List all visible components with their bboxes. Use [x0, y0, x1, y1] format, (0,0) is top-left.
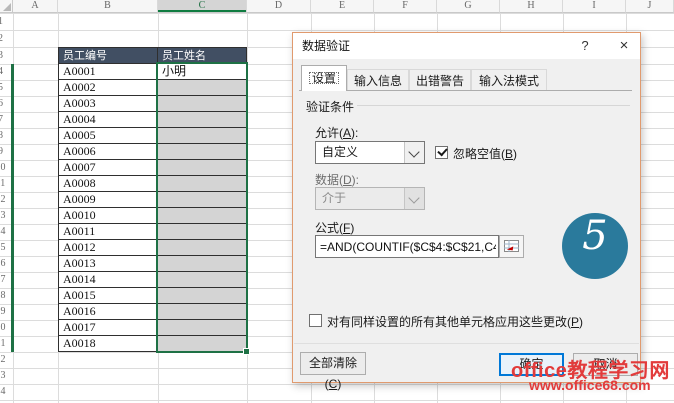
ignore-blank-label: 忽略空值(B) — [453, 147, 518, 161]
column-header-H[interactable]: H — [500, 0, 563, 13]
step-badge: 5 — [562, 213, 628, 279]
watermark-url: www.office68.com — [529, 377, 651, 393]
row-header-23[interactable]: 23 — [0, 368, 13, 384]
screenshot-root: ABCDEFGHIJ123456789101112131415161718192… — [0, 0, 674, 403]
allow-label: 允许(A): — [315, 126, 359, 140]
chevron-down-icon — [404, 188, 424, 209]
close-icon[interactable]: × — [614, 35, 634, 57]
column-header-I[interactable]: I — [563, 0, 626, 13]
row-header-24[interactable]: 24 — [0, 384, 13, 400]
allow-select[interactable]: 自定义 — [315, 141, 425, 164]
row-header-3[interactable]: 3 — [0, 47, 13, 64]
cell-id[interactable]: A0010 — [58, 208, 158, 224]
cell-id[interactable]: A0008 — [58, 176, 158, 192]
validation-criteria-group-label: 验证条件 — [306, 100, 355, 114]
cell-id[interactable]: A0004 — [58, 112, 158, 128]
cell-id[interactable]: A0011 — [58, 224, 158, 240]
data-select-disabled: 介于 — [315, 187, 425, 210]
cell-id[interactable]: A0013 — [58, 256, 158, 272]
dialog-title: 数据验证 — [302, 39, 351, 53]
select-all-corner[interactable] — [0, 0, 13, 13]
gridline — [0, 400, 674, 401]
cell-id[interactable]: A0017 — [58, 320, 158, 336]
selection-outline[interactable] — [156, 62, 248, 353]
row-header-22[interactable]: 22 — [0, 352, 13, 368]
tab-error-alert[interactable]: 出错警告 — [409, 69, 471, 91]
column-header-C[interactable]: C — [158, 0, 247, 13]
cell-id[interactable]: A0001 — [58, 64, 158, 80]
column-header-G[interactable]: G — [437, 0, 500, 13]
column-header-F[interactable]: F — [374, 0, 437, 13]
range-selector-button[interactable] — [499, 235, 524, 258]
select-all-triangle-icon — [3, 3, 11, 11]
selected-rows-accent — [11, 64, 14, 352]
data-select-value: 介于 — [322, 191, 347, 205]
allow-select-value: 自定义 — [322, 145, 359, 159]
clear-all-button[interactable]: 全部清除(C) — [300, 352, 366, 391]
cell-id[interactable]: A0002 — [58, 80, 158, 96]
cell-id[interactable]: A0016 — [58, 304, 158, 320]
footer-divider — [294, 343, 639, 344]
formula-input[interactable] — [315, 235, 499, 258]
gridline — [0, 30, 674, 31]
tab-settings-label: 设置 — [306, 69, 342, 87]
cell-id[interactable]: A0003 — [58, 96, 158, 112]
apply-all-label: 对有同样设置的所有其他单元格应用这些更改(P) — [327, 315, 584, 329]
cell-id[interactable]: A0009 — [58, 192, 158, 208]
row-header-1[interactable]: 1 — [0, 13, 13, 30]
help-icon[interactable]: ? — [575, 35, 595, 57]
gridline — [0, 13, 674, 14]
collapse-dialog-icon — [504, 240, 519, 252]
cell-id[interactable]: A0015 — [58, 288, 158, 304]
column-header-E[interactable]: E — [311, 0, 374, 13]
tab-ime-mode[interactable]: 输入法模式 — [471, 69, 547, 91]
table-header-cell: 员工编号 — [58, 47, 158, 64]
group-divider — [357, 105, 630, 106]
data-validation-dialog: 数据验证 ? × 设置 输入信息 出错警告 输入法模式 验证条件 允许(A): … — [292, 32, 641, 391]
cell-id[interactable]: A0014 — [58, 272, 158, 288]
row-header-2[interactable]: 2 — [0, 30, 13, 47]
cell-id[interactable]: A0012 — [58, 240, 158, 256]
fill-handle[interactable] — [243, 348, 250, 355]
data-label: 数据(D): — [315, 173, 360, 187]
tab-input-message[interactable]: 输入信息 — [347, 69, 409, 91]
dialog-titlebar: 数据验证 ? × — [293, 33, 640, 59]
cell-id[interactable]: A0007 — [58, 160, 158, 176]
cell-id[interactable]: A0006 — [58, 144, 158, 160]
tab-settings[interactable]: 设置 — [301, 65, 347, 91]
column-header-A[interactable]: A — [13, 0, 58, 13]
cell-id[interactable]: A0018 — [58, 336, 158, 352]
formula-label: 公式(F) — [315, 221, 355, 235]
apply-all-checkbox[interactable] — [309, 314, 322, 327]
column-header-J[interactable]: J — [626, 0, 674, 13]
ignore-blank-checkbox[interactable] — [435, 146, 448, 159]
cell-id[interactable]: A0005 — [58, 128, 158, 144]
tab-strip-divider — [299, 90, 632, 91]
chevron-down-icon[interactable] — [404, 142, 424, 163]
column-header-D[interactable]: D — [247, 0, 311, 13]
column-header-B[interactable]: B — [58, 0, 158, 13]
